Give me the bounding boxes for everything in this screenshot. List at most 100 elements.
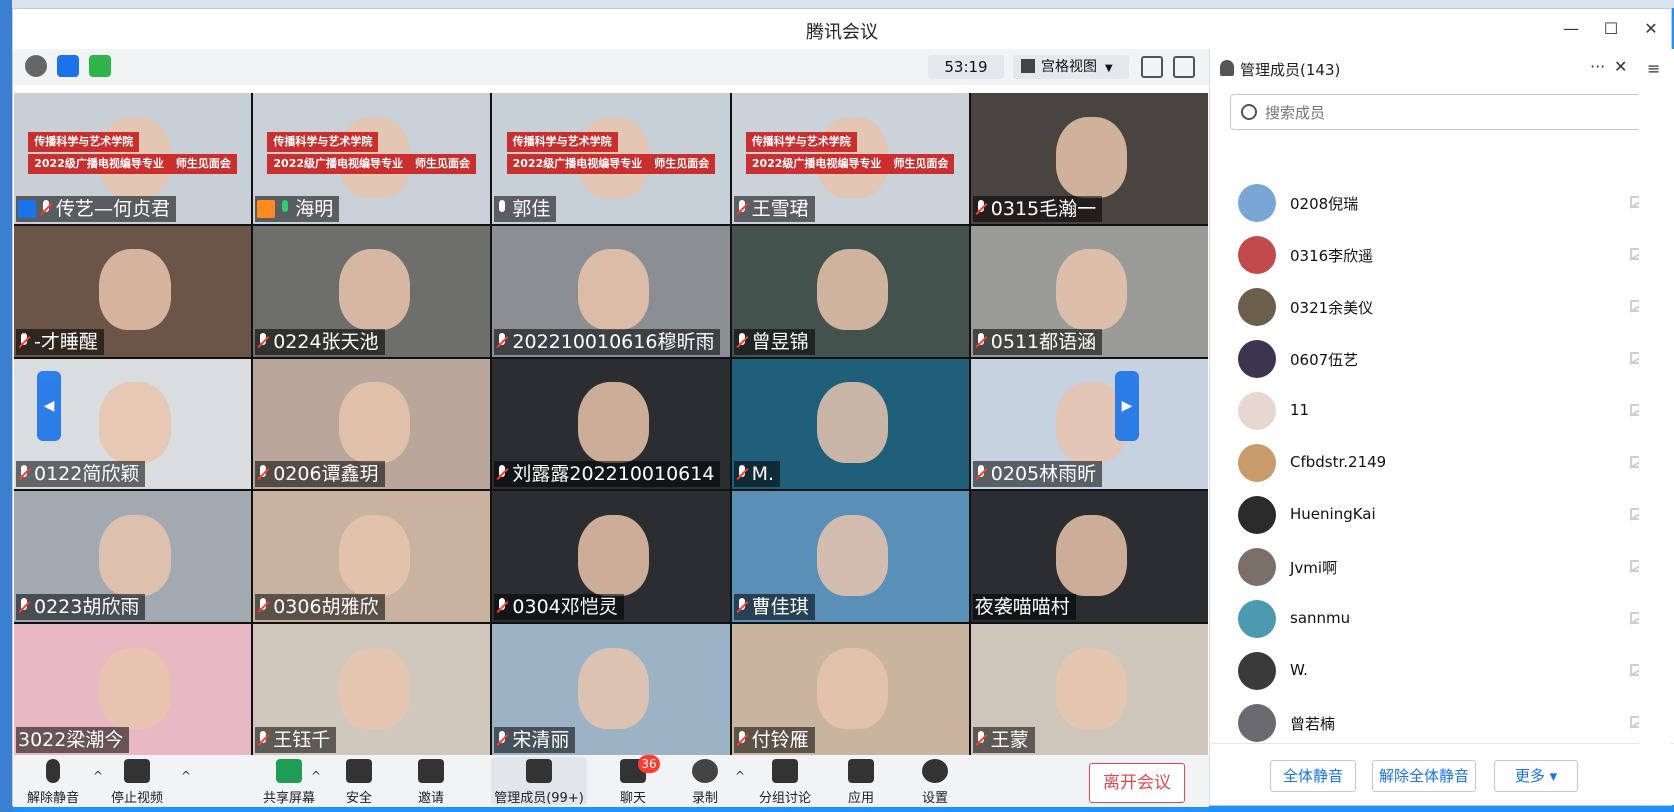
- search-input[interactable]: [1263, 101, 1647, 125]
- mic-muted-icon: [18, 332, 30, 351]
- participant-name: 0304邓恺灵: [512, 596, 618, 619]
- banner-line: 师生见面会: [887, 154, 955, 175]
- grid-view-dropdown[interactable]: 宫格视图 ▼: [1013, 55, 1129, 79]
- participant-tile[interactable]: 夜袭喵喵村: [970, 491, 1208, 623]
- member-name: 0607伍艺: [1290, 351, 1359, 369]
- breakout-button[interactable]: 分组讨论: [745, 759, 825, 806]
- apps-button[interactable]: 应用: [821, 759, 901, 806]
- sidebar-menu-icon[interactable]: ≡: [1647, 59, 1660, 78]
- participant-tile[interactable]: 刘露露202210010614: [492, 358, 730, 490]
- stop-video-label: 停止视频: [110, 791, 163, 806]
- member-row[interactable]: Jvmi啊: [1210, 541, 1674, 593]
- more-options-icon[interactable]: ···: [1590, 57, 1605, 76]
- apps-label: 应用: [847, 791, 874, 806]
- member-row[interactable]: W.: [1210, 645, 1674, 697]
- participant-tile[interactable]: 王钰千: [253, 624, 491, 755]
- participant-tile[interactable]: 曾昱锦: [731, 225, 969, 357]
- member-row[interactable]: 曾若楠: [1210, 697, 1674, 749]
- toggle-panel-icon[interactable]: [1173, 56, 1195, 78]
- participant-tile[interactable]: 曹佳琪: [731, 491, 969, 623]
- participant-tile[interactable]: 0315毛瀚一: [970, 93, 1208, 224]
- participant-name: 郭佳: [512, 197, 551, 220]
- leave-meeting-button[interactable]: 离开会议: [1089, 763, 1185, 803]
- participant-tile[interactable]: -才睡醒: [14, 225, 252, 357]
- participant-video: [1056, 116, 1128, 198]
- mic-muted-icon: [736, 598, 748, 616]
- mic-muted-icon: [40, 199, 52, 218]
- participant-video: [577, 382, 649, 464]
- unmute-all-button[interactable]: 解除全体静音: [1372, 760, 1476, 792]
- member-row[interactable]: sannmu: [1210, 593, 1674, 645]
- participant-tile[interactable]: 0511都语涵: [970, 225, 1208, 357]
- video-options-icon[interactable]: ^: [181, 769, 191, 783]
- avatar: [1238, 548, 1276, 586]
- participant-tile[interactable]: 付铃雁: [731, 624, 969, 755]
- participant-tile[interactable]: 0205林雨昕: [970, 358, 1208, 490]
- close-window-button[interactable]: ✕: [1633, 15, 1669, 43]
- desktop-edge: [0, 0, 12, 812]
- participant-tile[interactable]: 王蒙: [970, 624, 1208, 755]
- member-row[interactable]: 0316李欣遥: [1210, 229, 1674, 281]
- member-row[interactable]: 0321余美仪: [1210, 281, 1674, 333]
- participant-tile[interactable]: 0206谭鑫玥: [253, 358, 491, 490]
- manage-members-button[interactable]: 管理成员(99+): [489, 759, 589, 806]
- mic-muted-icon: [736, 199, 748, 218]
- participant-label: 王钰千: [255, 727, 337, 753]
- fullscreen-icon[interactable]: [1141, 56, 1163, 78]
- info-icon[interactable]: [25, 55, 47, 77]
- participant-tile[interactable]: 0306胡雅欣: [253, 491, 491, 623]
- maximize-button[interactable]: ☐: [1593, 15, 1629, 43]
- participant-tile[interactable]: M.: [731, 358, 969, 490]
- title-bar: 腾讯会议 — ☐ ✕: [13, 9, 1671, 49]
- banner-line: 师生见面会: [409, 154, 477, 175]
- member-row[interactable]: 0208倪瑞: [1210, 177, 1674, 229]
- avatar: [1238, 288, 1276, 326]
- participant-tile[interactable]: 传播科学与艺术学院2022级广播电视编导专业 师生见面会 传艺—何贞君: [14, 93, 252, 224]
- minimize-button[interactable]: —: [1553, 15, 1589, 43]
- participant-name: 0223胡欣雨: [34, 596, 140, 619]
- chat-button[interactable]: 36 聊天: [593, 755, 673, 806]
- participant-video: [577, 249, 649, 331]
- record-options-icon[interactable]: ^: [735, 769, 745, 783]
- participant-label: 3022梁潮今: [16, 727, 130, 753]
- participant-tile[interactable]: 202210010616穆昕雨: [492, 225, 730, 357]
- gear-icon: [922, 759, 948, 783]
- member-row[interactable]: HueningKai: [1210, 489, 1674, 541]
- participant-tile[interactable]: 传播科学与艺术学院2022级广播电视编导专业 师生见面会 王雪珺: [731, 93, 969, 224]
- security-button[interactable]: 安全: [319, 759, 399, 806]
- participant-name: 0511都语涵: [990, 330, 1097, 353]
- member-row[interactable]: 11: [1210, 385, 1674, 437]
- prev-page-icon[interactable]: ◀: [37, 371, 61, 441]
- chat-unread-badge: 36: [638, 755, 660, 773]
- participant-video: [99, 514, 171, 597]
- participant-tile[interactable]: 传播科学与艺术学院2022级广播电视编导专业 师生见面会 海明: [253, 93, 491, 224]
- mic-muted-icon: [736, 332, 748, 351]
- close-panel-icon[interactable]: ✕: [1614, 57, 1627, 76]
- mic-muted-icon: [496, 465, 508, 483]
- participant-tile[interactable]: 0223胡欣雨: [14, 491, 252, 623]
- mute-all-button[interactable]: 全体静音: [1270, 760, 1356, 792]
- participant-label: 0315毛瀚一: [972, 195, 1103, 222]
- participant-tile[interactable]: 传播科学与艺术学院2022级广播电视编导专业 师生见面会 郭佳: [492, 93, 730, 224]
- stop-video-button[interactable]: 停止视频: [97, 759, 177, 806]
- participant-label: 王蒙: [972, 727, 1035, 753]
- more-actions-button[interactable]: 更多 ▾: [1494, 760, 1578, 792]
- participant-label: 郭佳: [494, 195, 557, 222]
- invite-button[interactable]: 邀请: [391, 759, 471, 806]
- member-row[interactable]: Cfbdstr.2149: [1210, 437, 1674, 489]
- member-search[interactable]: [1230, 94, 1658, 130]
- unmute-button[interactable]: 解除静音: [13, 759, 93, 806]
- settings-button[interactable]: 设置: [895, 759, 975, 806]
- participant-tile[interactable]: 3022梁潮今: [14, 624, 252, 755]
- next-page-icon[interactable]: ▶: [1115, 371, 1139, 441]
- shield-icon[interactable]: [57, 55, 79, 77]
- participant-tile[interactable]: 0224张天池: [253, 225, 491, 357]
- member-row[interactable]: 0607伍艺: [1210, 333, 1674, 385]
- participant-tile[interactable]: 宋清丽: [492, 624, 730, 755]
- participant-tile[interactable]: 0304邓恺灵: [492, 491, 730, 623]
- record-button[interactable]: 录制: [665, 759, 745, 806]
- mic-muted-icon: [18, 598, 30, 616]
- participant-video: [577, 514, 649, 597]
- signal-icon[interactable]: [89, 55, 111, 77]
- avatar: [1238, 704, 1276, 742]
